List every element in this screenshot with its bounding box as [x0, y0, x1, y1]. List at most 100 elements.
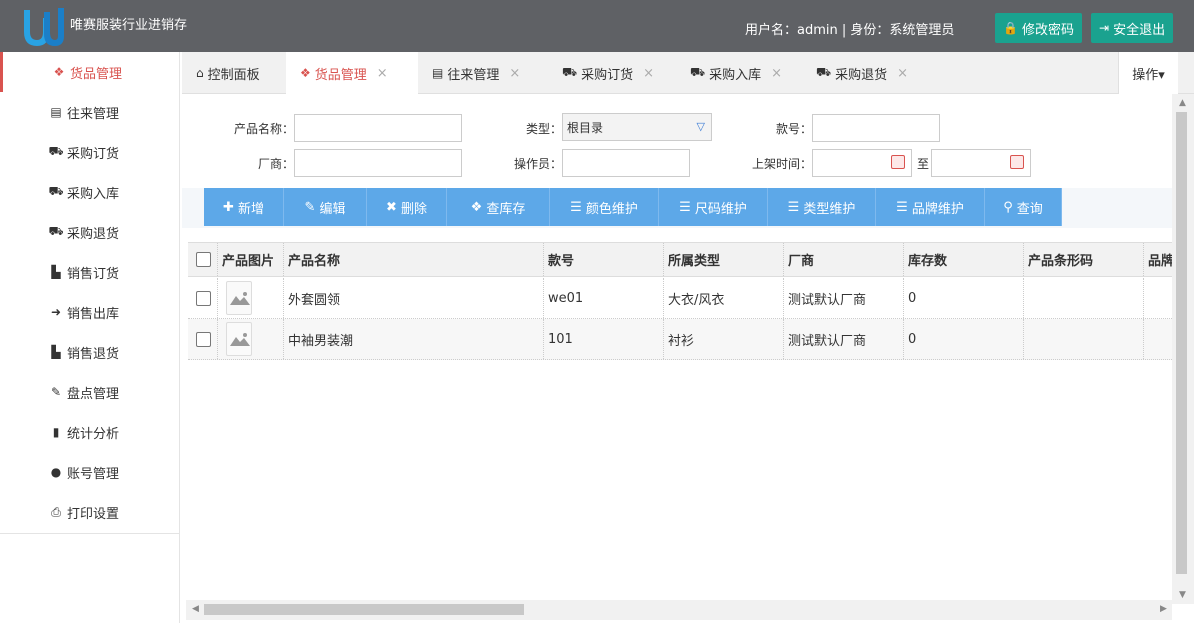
calendar-icon[interactable]: [1010, 155, 1024, 169]
listing-time-end-input[interactable]: [931, 149, 1031, 177]
tab-4[interactable]: ⛟ 采购入库 ×: [676, 52, 802, 94]
table-row[interactable]: 外套圆领 we01 大衣/风衣 测试默认厂商 0: [188, 278, 1172, 319]
toolbar-button-7[interactable]: ☰ 品牌维护: [876, 188, 985, 226]
column-header[interactable]: 厂商: [784, 243, 904, 276]
sidebar-item-label: 采购订货: [67, 146, 120, 162]
listing-time-start-input[interactable]: [812, 149, 912, 177]
sidebar-item-7[interactable]: ▙ 销售退货: [0, 332, 179, 372]
times-icon: ✖: [386, 199, 397, 215]
type-label: 类型：: [525, 122, 562, 136]
toolbar-button-2[interactable]: ✖ 删除: [367, 188, 447, 226]
vendor-label: 厂商：: [257, 157, 294, 171]
id-card-icon: ▤: [50, 105, 62, 119]
sidebar-item-5[interactable]: ▙ 销售订货: [0, 252, 179, 292]
product-name-input[interactable]: [294, 114, 462, 142]
sign-out-icon: ⇥: [1099, 21, 1110, 35]
close-icon[interactable]: ×: [509, 66, 520, 81]
product-image-cell: [218, 278, 284, 318]
tab-3[interactable]: ⛟ 采购订货 ×: [548, 52, 676, 94]
cart-icon: ⛟: [562, 65, 578, 79]
column-header[interactable]: 产品名称: [284, 243, 544, 276]
sidebar-item-8[interactable]: ✎ 盘点管理: [0, 372, 179, 412]
close-icon[interactable]: ×: [377, 66, 388, 81]
toolbar-button-3[interactable]: ❖ 查库存: [447, 188, 550, 226]
tab-label: 采购订货: [581, 67, 634, 83]
tab-2[interactable]: ▤ 往来管理 ×: [418, 52, 548, 94]
tab-1[interactable]: ❖ 货品管理 ×: [286, 52, 418, 94]
column-header[interactable]: 所属类型: [664, 243, 784, 276]
toolbar-button-0[interactable]: ✚ 新增: [204, 188, 284, 226]
plus-icon: ✚: [223, 199, 234, 215]
cart-icon: ⛟: [690, 65, 706, 79]
tab-label: 控制面板: [207, 67, 260, 83]
table-row[interactable]: 中袖男装潮 101 衬衫 测试默认厂商 0: [188, 319, 1172, 360]
bag-icon: ▙: [51, 345, 61, 359]
scroll-left-icon[interactable]: ◀: [192, 604, 199, 614]
column-header[interactable]: 产品图片: [218, 243, 284, 276]
logout-button[interactable]: ⇥ 安全退出: [1091, 13, 1174, 43]
cell-name: 外套圆领: [284, 278, 544, 318]
calendar-icon[interactable]: [891, 155, 905, 169]
select-all-checkbox[interactable]: [196, 252, 211, 267]
close-icon[interactable]: ×: [771, 66, 782, 81]
operator-input[interactable]: [562, 149, 690, 177]
select-all-cell: [188, 243, 218, 276]
image-placeholder-icon[interactable]: [226, 322, 252, 356]
print-icon: ⎙: [51, 504, 61, 519]
toolbar-button-6[interactable]: ☰ 类型维护: [768, 188, 876, 226]
vendor-input[interactable]: [294, 149, 462, 177]
close-icon[interactable]: ×: [643, 66, 654, 81]
sidebar-item-10[interactable]: ● 账号管理: [0, 452, 179, 492]
column-header[interactable]: 库存数: [904, 243, 1024, 276]
toolbar-button-1[interactable]: ✎ 编辑: [284, 188, 367, 226]
change-password-button[interactable]: 🔒 修改密码: [995, 13, 1082, 43]
sidebar-item-6[interactable]: ➜ 销售出库: [0, 292, 179, 332]
tab-label: 采购入库: [709, 67, 762, 83]
search-icon: ⚲: [1003, 199, 1013, 215]
toolbar-button-4[interactable]: ☰ 颜色维护: [550, 188, 659, 226]
row-checkbox[interactable]: [196, 331, 211, 347]
edit-icon: ✎: [50, 385, 62, 399]
scroll-up-icon[interactable]: ▲: [1179, 98, 1186, 108]
sidebar-item-4[interactable]: ⛟ 采购退货: [0, 212, 179, 252]
sidebar-item-0[interactable]: ❖ 货品管理: [0, 52, 179, 92]
column-header[interactable]: 品牌: [1144, 243, 1172, 276]
sidebar-item-label: 销售出库: [67, 306, 120, 322]
column-header[interactable]: 款号: [544, 243, 664, 276]
toolbar-button-label: 颜色维护: [585, 201, 638, 217]
sidebar-item-9[interactable]: ▮ 统计分析: [0, 412, 179, 452]
sidebar-item-3[interactable]: ⛟ 采购入库: [0, 172, 179, 212]
scroll-right-icon[interactable]: ▶: [1160, 604, 1167, 614]
app-logo: [24, 8, 64, 46]
horizontal-scroll-thumb[interactable]: [204, 604, 524, 615]
style-no-label: 款号：: [775, 122, 812, 136]
style-no-input[interactable]: [812, 114, 940, 142]
tab-5[interactable]: ⛟ 采购退货 ×: [802, 52, 928, 94]
sidebar-item-1[interactable]: ▤ 往来管理: [0, 92, 179, 132]
image-placeholder-icon[interactable]: [226, 281, 252, 315]
close-icon[interactable]: ×: [897, 66, 908, 81]
row-checkbox[interactable]: [196, 290, 211, 306]
vertical-scroll-thumb[interactable]: [1176, 112, 1187, 574]
toolbar-button-label: 尺码维护: [694, 201, 747, 217]
sidebar-item-label: 销售订货: [67, 266, 120, 282]
list-icon: ☰: [896, 199, 908, 215]
toolbar-button-5[interactable]: ☰ 尺码维护: [659, 188, 768, 226]
sidebar-item-label: 采购入库: [67, 186, 120, 202]
toolbar-button-8[interactable]: ⚲ 查询: [985, 188, 1062, 226]
type-select[interactable]: 根目录 ▽: [562, 113, 712, 141]
cell-stock: 0: [904, 319, 1024, 359]
tab-0[interactable]: ⌂ 控制面板: [182, 52, 286, 94]
scroll-down-icon[interactable]: ▼: [1179, 590, 1186, 600]
toolbar-button-label: 类型维护: [803, 201, 856, 217]
vertical-scrollbar[interactable]: ▲ ▼: [1172, 94, 1194, 604]
column-header[interactable]: 产品条形码: [1024, 243, 1144, 276]
sidebar-item-2[interactable]: ⛟ 采购订货: [0, 132, 179, 172]
tab-operations-button[interactable]: 操作▾: [1118, 52, 1178, 94]
home-icon: ⌂: [196, 66, 204, 80]
sidebar-item-label: 采购退货: [67, 226, 120, 242]
sidebar-item-11[interactable]: ⎙ 打印设置: [0, 492, 179, 532]
listing-time-label: 上架时间：: [751, 157, 812, 171]
horizontal-scrollbar[interactable]: ◀ ▶: [186, 600, 1172, 620]
list-icon: ☰: [679, 199, 691, 215]
